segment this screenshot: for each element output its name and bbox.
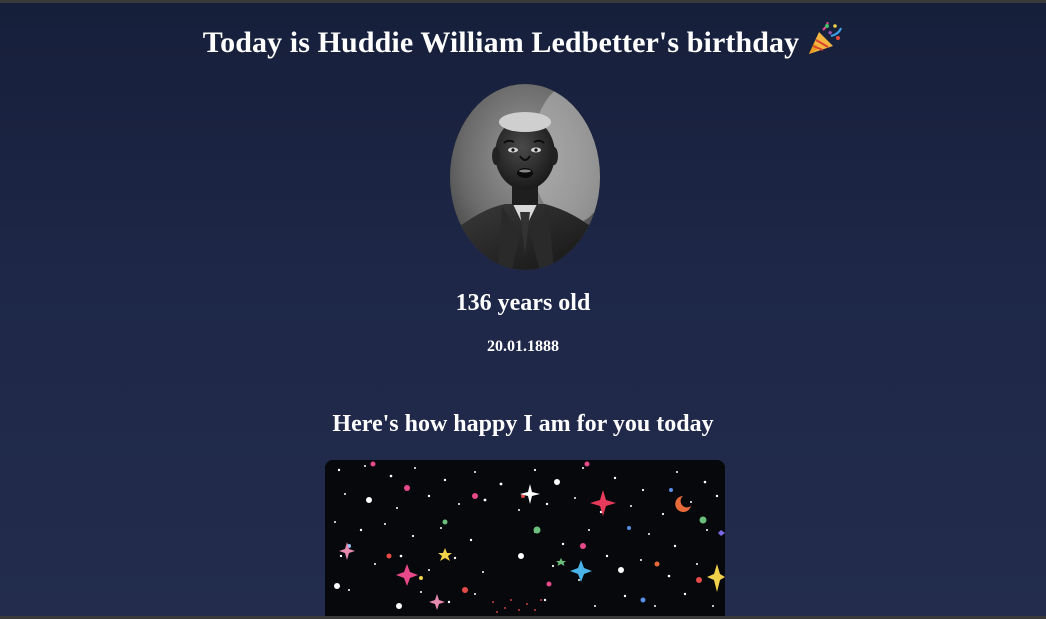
- celebration-image: [325, 460, 725, 616]
- party-popper-icon: [805, 21, 843, 70]
- age-text: 136 years old: [455, 290, 591, 316]
- portrait-photo: [450, 84, 600, 270]
- birth-date: 20.01.1888: [487, 338, 559, 355]
- page-title-text: Today is Huddie William Ledbetter's birt…: [202, 26, 800, 59]
- happy-heading: Here's how happy I am for you today: [332, 411, 714, 437]
- page-title: Today is Huddie William Ledbetter's birt…: [0, 20, 1046, 70]
- window-top-border: [0, 0, 1046, 3]
